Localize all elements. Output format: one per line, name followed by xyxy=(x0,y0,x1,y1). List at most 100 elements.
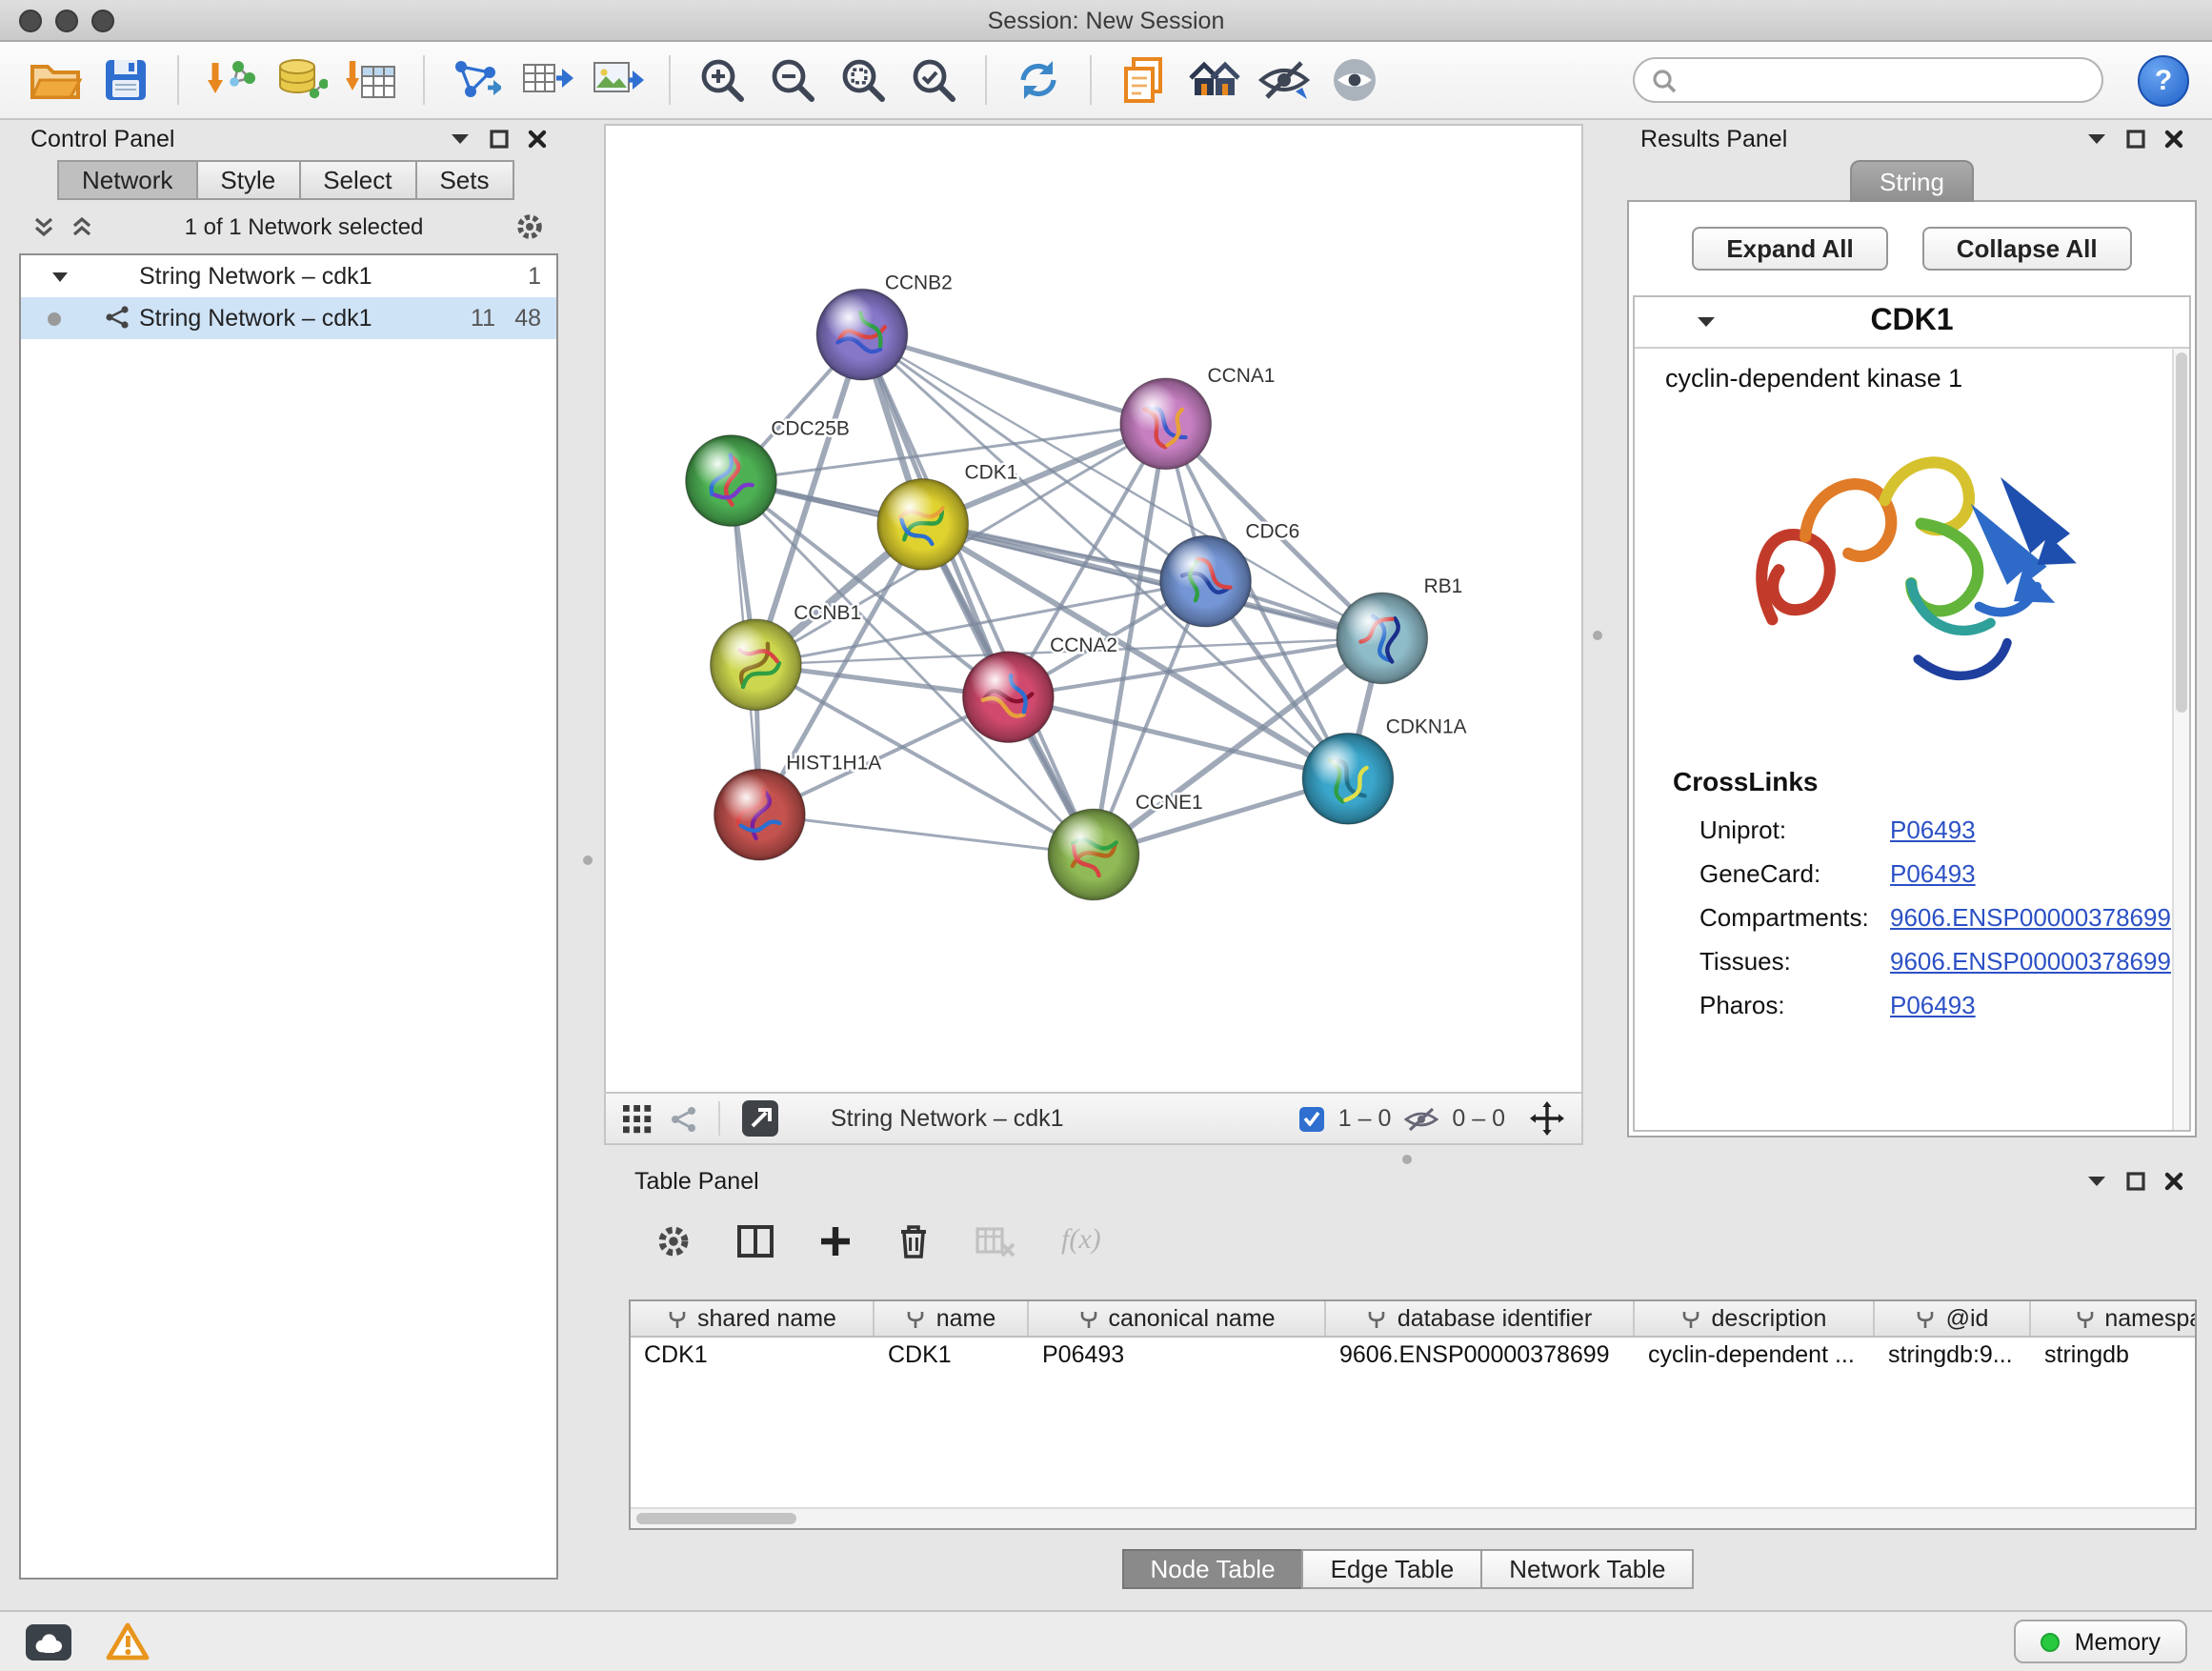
table-cell[interactable]: CDK1 xyxy=(631,1338,875,1374)
tab-node-table[interactable]: Node Table xyxy=(1121,1549,1303,1589)
table-cell[interactable]: cyclin-dependent ... xyxy=(1635,1338,1875,1374)
column-header-shared-name[interactable]: shared name xyxy=(631,1301,875,1336)
column-header-canonical-name[interactable]: canonical name xyxy=(1029,1301,1326,1336)
eye-button[interactable] xyxy=(1322,48,1387,112)
expand-all-button[interactable]: Expand All xyxy=(1692,227,1887,271)
panel-float-icon[interactable] xyxy=(2126,1171,2145,1190)
panel-menu-chevron-icon[interactable] xyxy=(2086,131,2107,146)
export-network-button[interactable] xyxy=(444,48,509,112)
node-ccna1[interactable]: CCNA1 xyxy=(1120,365,1276,470)
import-network-database-button[interactable] xyxy=(269,48,333,112)
scrollbar-thumb[interactable] xyxy=(636,1513,796,1524)
search-input[interactable] xyxy=(1688,67,2084,93)
tab-string[interactable]: String xyxy=(1849,160,1975,202)
documents-button[interactable] xyxy=(1111,48,1176,112)
gear-icon[interactable] xyxy=(514,211,545,241)
export-table-button[interactable] xyxy=(514,48,579,112)
tab-select[interactable]: Select xyxy=(298,160,416,200)
expand-all-icon[interactable] xyxy=(70,214,93,237)
crosslink-value-link[interactable]: P06493 xyxy=(1890,815,1976,844)
window-close-button[interactable] xyxy=(19,10,42,32)
node-rb1[interactable]: RB1 xyxy=(1337,575,1462,684)
save-session-button[interactable] xyxy=(93,48,158,112)
node-ccnb2[interactable]: CCNB2 xyxy=(816,272,953,380)
table-settings-gear-icon[interactable] xyxy=(655,1222,692,1258)
section-collapse-arrow-icon[interactable] xyxy=(1696,314,1717,330)
delete-column-trash-icon[interactable] xyxy=(897,1222,930,1258)
export-image-button[interactable] xyxy=(585,48,650,112)
edge-ccnb2-ccne1[interactable] xyxy=(862,334,1094,855)
collapse-all-icon[interactable] xyxy=(32,214,55,237)
memory-button[interactable]: Memory xyxy=(2014,1620,2187,1663)
zoom-selected-button[interactable] xyxy=(901,48,966,112)
network-row[interactable]: String Network – cdk1 11 48 xyxy=(21,297,556,339)
table-horizontal-scrollbar[interactable] xyxy=(631,1507,2195,1528)
import-network-file-button[interactable] xyxy=(198,48,263,112)
edge-ccnb2-ccna1[interactable] xyxy=(862,334,1166,424)
window-minimize-button[interactable] xyxy=(55,10,78,32)
node-cdkn1a[interactable]: CDKN1A xyxy=(1302,715,1467,824)
eye-slash-button[interactable] xyxy=(1252,48,1317,112)
home-button[interactable] xyxy=(1181,48,1246,112)
crosslink-value-link[interactable]: P06493 xyxy=(1890,991,1976,1019)
zoom-fit-button[interactable] xyxy=(831,48,895,112)
crosslink-value-link[interactable]: P06493 xyxy=(1890,859,1976,888)
table-cell[interactable]: stringdb:9... xyxy=(1875,1338,2031,1374)
panel-close-icon[interactable] xyxy=(2164,1171,2183,1190)
column-header-database-identifier[interactable]: database identifier xyxy=(1326,1301,1635,1336)
column-header--id[interactable]: @id xyxy=(1875,1301,2031,1336)
apply-layout-button[interactable] xyxy=(1006,48,1071,112)
node-ccnb1[interactable]: CCNB1 xyxy=(711,602,862,711)
zoom-in-button[interactable] xyxy=(690,48,754,112)
show-columns-icon[interactable] xyxy=(737,1224,774,1257)
help-button[interactable]: ? xyxy=(2138,54,2189,106)
move-crosshair-icon[interactable] xyxy=(1530,1101,1564,1136)
title-bar: Session: New Session xyxy=(0,0,2212,42)
splitter-handle[interactable] xyxy=(583,856,593,865)
panel-float-icon[interactable] xyxy=(490,129,509,148)
panel-float-icon[interactable] xyxy=(2126,129,2145,148)
panel-close-icon[interactable] xyxy=(2164,129,2183,148)
main-toolbar: ? xyxy=(0,42,2212,120)
table-row[interactable]: CDK1CDK1P064939606.ENSP00000378699cyclin… xyxy=(631,1338,2195,1374)
collapse-all-button[interactable]: Collapse All xyxy=(1922,227,2132,271)
tab-style[interactable]: Style xyxy=(195,160,300,200)
column-header-namespac[interactable]: namespac xyxy=(2031,1301,2197,1336)
table-cell[interactable]: CDK1 xyxy=(875,1338,1029,1374)
table-cell[interactable]: P06493 xyxy=(1029,1338,1326,1374)
tab-edge-table[interactable]: Edge Table xyxy=(1302,1549,1483,1589)
selected-checkbox-icon[interactable] xyxy=(1300,1106,1325,1131)
crosslink-value-link[interactable]: 9606.ENSP00000378699 xyxy=(1890,903,2171,932)
tab-network[interactable]: Network xyxy=(57,160,197,200)
table-cell[interactable]: stringdb xyxy=(2031,1338,2197,1374)
panel-close-icon[interactable] xyxy=(528,129,547,148)
network-share-icon[interactable] xyxy=(669,1104,697,1133)
network-collection-row[interactable]: String Network – cdk1 1 xyxy=(21,255,556,297)
zoom-out-button[interactable] xyxy=(760,48,825,112)
node-hist1h1a[interactable]: HIST1H1A xyxy=(714,752,882,860)
tab-network-table[interactable]: Network Table xyxy=(1480,1549,1694,1589)
detach-view-icon[interactable] xyxy=(741,1099,779,1137)
import-table-button[interactable] xyxy=(339,48,404,112)
gene-section-header[interactable]: CDK1 xyxy=(1635,297,2189,349)
add-column-plus-icon[interactable] xyxy=(819,1224,852,1257)
crosslink-value-link[interactable]: 9606.ENSP00000378699 xyxy=(1890,947,2171,976)
network-canvas[interactable]: CCNB2CCNA1CDC25BCDK1CDC6RB1CCNB1CCNA2CDK… xyxy=(606,126,1581,1092)
column-header-description[interactable]: description xyxy=(1635,1301,1875,1336)
splitter-handle[interactable] xyxy=(1593,631,1602,640)
panel-menu-chevron-icon[interactable] xyxy=(2086,1173,2107,1188)
grid-view-icon[interactable] xyxy=(623,1104,652,1133)
tree-expand-arrow-icon[interactable] xyxy=(51,270,69,283)
warning-icon[interactable] xyxy=(105,1621,151,1661)
column-header-name[interactable]: name xyxy=(875,1301,1029,1336)
node-cdk1[interactable]: CDK1 xyxy=(877,462,1017,571)
table-cell[interactable]: 9606.ENSP00000378699 xyxy=(1326,1338,1635,1374)
tab-sets[interactable]: Sets xyxy=(414,160,513,200)
results-scrollbar[interactable] xyxy=(2172,349,2189,1130)
scrollbar-thumb[interactable] xyxy=(2176,352,2187,712)
cloud-status-icon[interactable] xyxy=(25,1622,72,1661)
panel-menu-chevron-icon[interactable] xyxy=(450,131,471,146)
edge-hist1h1a-ccne1[interactable] xyxy=(759,815,1094,855)
open-session-button[interactable] xyxy=(23,48,88,112)
window-zoom-button[interactable] xyxy=(91,10,114,32)
